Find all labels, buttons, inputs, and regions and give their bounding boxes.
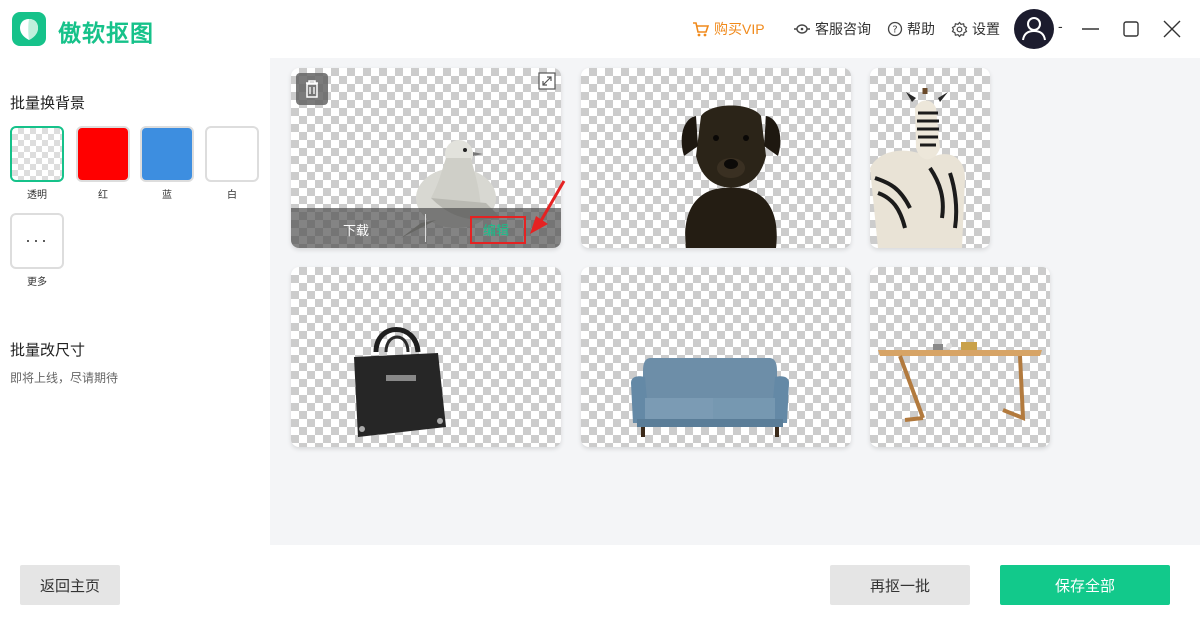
- swatch-red[interactable]: 红: [75, 126, 131, 201]
- maximize-button[interactable]: [1116, 14, 1146, 44]
- result-card-sofa[interactable]: [581, 267, 851, 447]
- result-card-handbag[interactable]: [291, 267, 561, 447]
- transparent-swatch[interactable]: [10, 126, 64, 182]
- settings-label: 设置: [972, 21, 1000, 37]
- white-swatch[interactable]: [205, 126, 259, 182]
- download-button[interactable]: 下载: [343, 220, 369, 239]
- batch-background-title: 批量换背景: [10, 95, 86, 112]
- buy-vip-button[interactable]: 购买VIP: [692, 19, 765, 39]
- result-card-dove[interactable]: 下载 编辑: [291, 68, 561, 248]
- back-home-button[interactable]: 返回主页: [20, 565, 120, 605]
- process-another-batch-button[interactable]: 再抠一批: [830, 565, 970, 605]
- swatch-transparent[interactable]: 透明: [9, 126, 65, 201]
- close-button[interactable]: [1157, 14, 1187, 44]
- swatch-label: 透明: [27, 190, 47, 201]
- swatch-label: 白: [227, 190, 237, 201]
- trash-icon: [306, 80, 318, 98]
- red-swatch[interactable]: [76, 126, 130, 182]
- maximize-icon: [1123, 21, 1139, 37]
- bottom-bar: 返回主页 再抠一批 保存全部: [0, 545, 1200, 625]
- user-dropdown-indicator[interactable]: -: [1058, 18, 1063, 34]
- result-card-zebra[interactable]: [870, 68, 990, 248]
- sidebar: 批量换背景 透明 红 蓝 白 ··· 更多 批量改尺寸 即将上线，尽请期待: [0, 58, 270, 545]
- sofa-image: [631, 358, 789, 437]
- minimize-icon: [1082, 28, 1099, 30]
- minimize-button[interactable]: [1076, 14, 1106, 44]
- more-dots-icon[interactable]: ···: [10, 213, 64, 269]
- headset-icon: [794, 24, 810, 34]
- table-image: [878, 342, 1042, 422]
- swatch-label: 更多: [27, 277, 47, 288]
- customer-service-button[interactable]: 客服咨询: [793, 19, 871, 39]
- user-avatar[interactable]: [1014, 9, 1054, 49]
- svg-text:?: ?: [892, 25, 897, 36]
- app-logo-icon: [12, 12, 46, 46]
- result-gallery: 下载 编辑: [270, 58, 1200, 545]
- save-all-button[interactable]: 保存全部: [1000, 565, 1170, 605]
- result-card-table[interactable]: [870, 267, 1050, 447]
- cart-icon: [693, 22, 710, 37]
- buy-vip-label: 购买VIP: [714, 21, 765, 37]
- annotation-highlight-box: [470, 216, 526, 244]
- swatch-label: 红: [98, 190, 108, 201]
- batch-resize-subtitle: 即将上线，尽请期待: [10, 371, 119, 385]
- result-card-dog[interactable]: [581, 68, 851, 248]
- user-icon: [1022, 17, 1046, 41]
- action-divider: [425, 214, 426, 242]
- blue-swatch[interactable]: [140, 126, 194, 182]
- zebra-image: [870, 88, 965, 248]
- annotation-arrow-icon: [530, 180, 566, 234]
- swatch-label: 蓝: [162, 190, 172, 201]
- help-button[interactable]: ? 帮助: [887, 19, 935, 39]
- gear-icon: [951, 21, 968, 37]
- dog-image: [681, 105, 781, 248]
- expand-button[interactable]: [538, 72, 556, 90]
- help-label: 帮助: [907, 21, 935, 37]
- swatch-blue[interactable]: 蓝: [139, 126, 195, 201]
- app-name: 傲软抠图: [58, 20, 154, 46]
- expand-icon: [538, 72, 556, 90]
- swatch-more[interactable]: ··· 更多: [9, 213, 65, 288]
- handbag-image: [354, 327, 446, 437]
- swatch-white[interactable]: 白: [204, 126, 260, 201]
- close-icon: [1163, 20, 1181, 38]
- delete-button[interactable]: [296, 73, 328, 105]
- batch-resize-title: 批量改尺寸: [10, 342, 86, 359]
- customer-service-label: 客服咨询: [815, 21, 871, 37]
- settings-button[interactable]: 设置: [951, 19, 1000, 39]
- help-icon: ?: [887, 21, 903, 37]
- title-bar: 傲软抠图 购买VIP 客服咨询 ? 帮助 设置 -: [0, 0, 1200, 58]
- card-action-bar: 下载 编辑: [291, 208, 561, 248]
